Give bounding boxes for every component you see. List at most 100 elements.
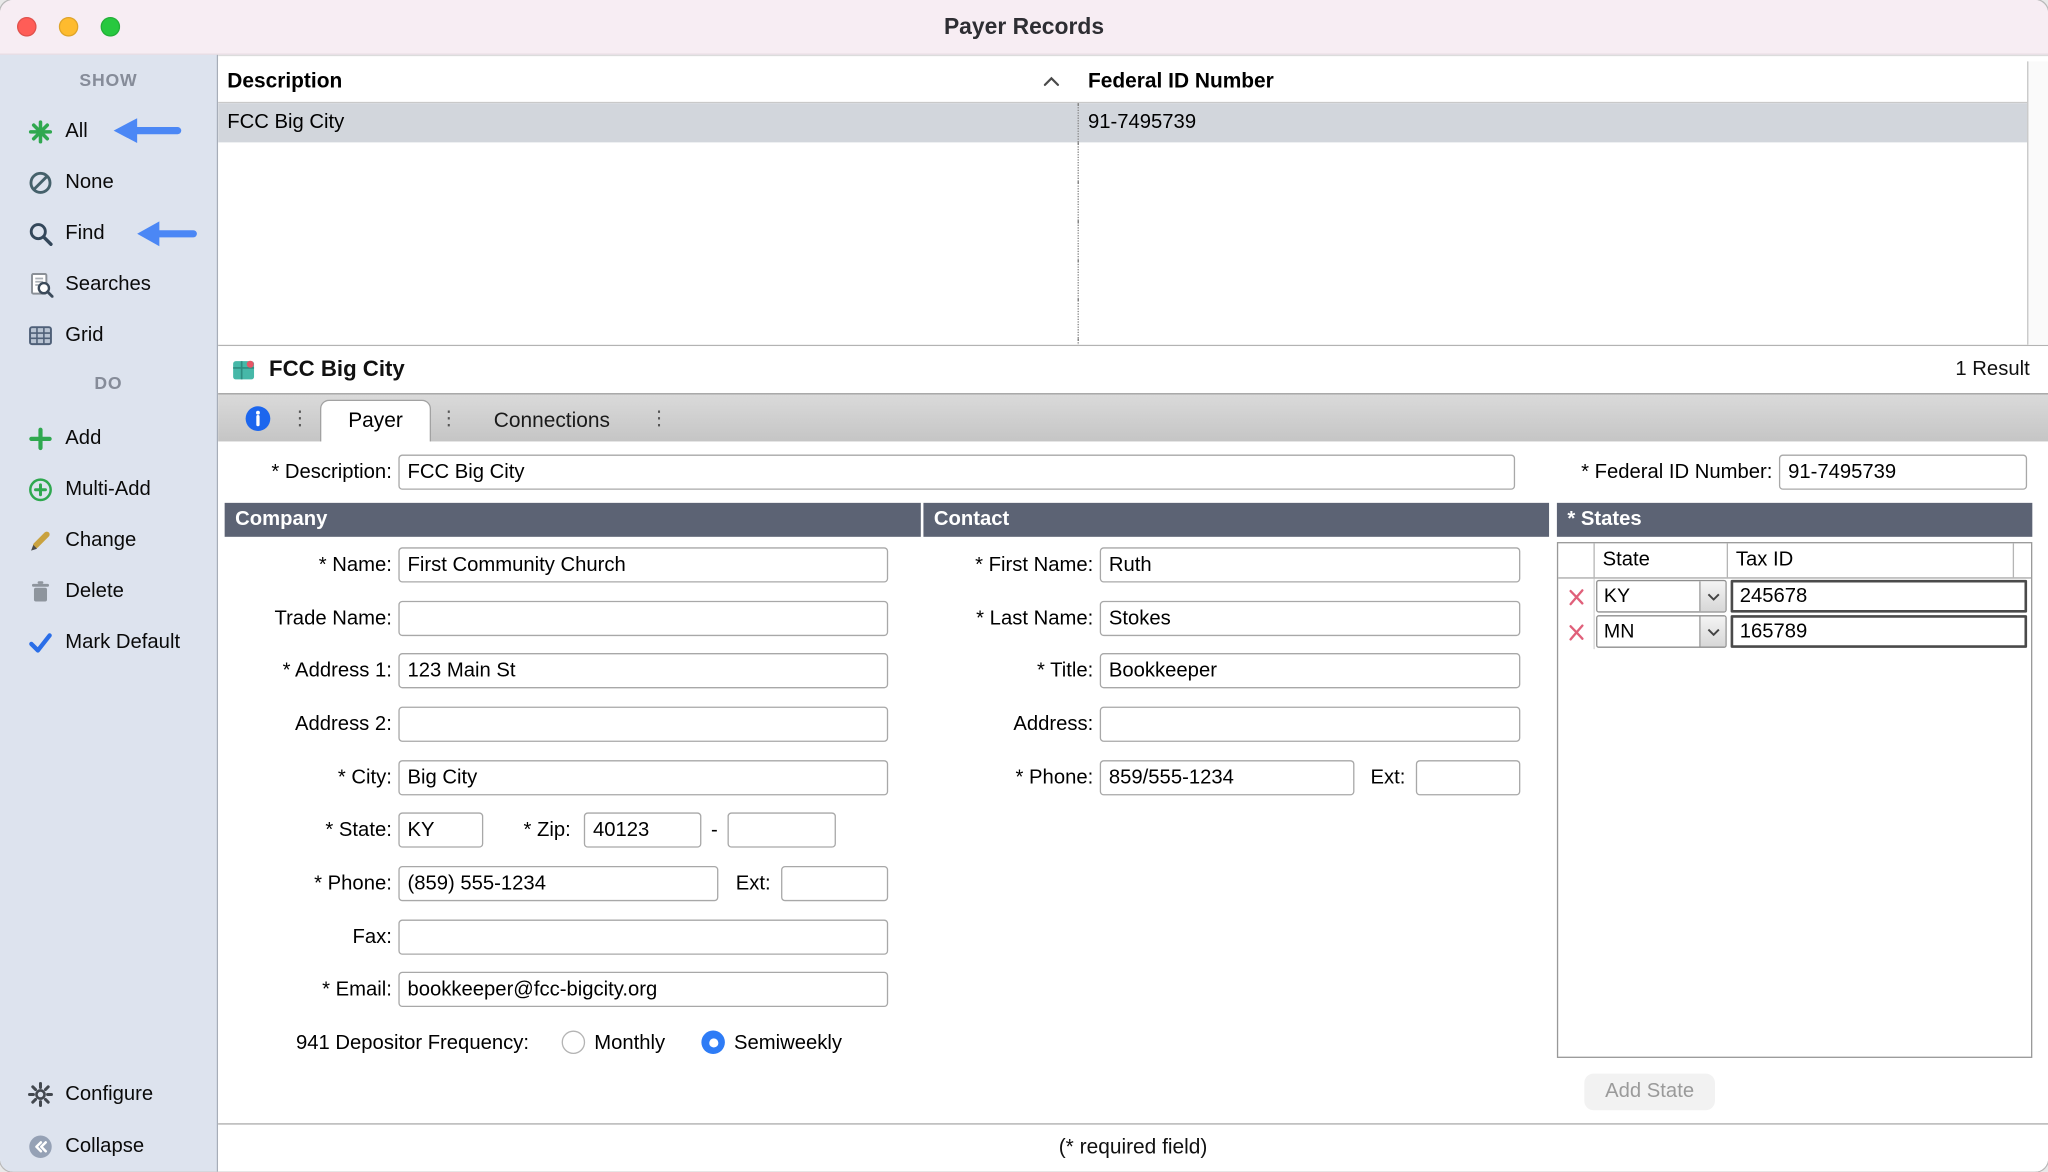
sidebar-item-collapse[interactable]: Collapse <box>0 1121 217 1172</box>
tab-connections[interactable]: Connections <box>464 400 640 443</box>
column-header-label: Federal ID Number <box>1088 70 1274 92</box>
state-input[interactable] <box>398 812 483 847</box>
sidebar-item-none[interactable]: None <box>0 157 217 208</box>
info-button[interactable] <box>244 394 271 441</box>
payer-form: * Description: * Federal ID Number: Comp… <box>218 441 2048 1123</box>
circled-plus-icon <box>27 476 53 502</box>
screen: Payer Records SHOW All None Find S <box>0 0 2048 1172</box>
status-bar: (* required field) <box>218 1123 2048 1172</box>
sidebar-item-configure[interactable]: Configure <box>0 1068 217 1119</box>
red-x-icon <box>1567 586 1585 607</box>
trade-name-input[interactable] <box>398 601 888 636</box>
last-name-input[interactable] <box>1100 601 1521 636</box>
tax-id-input[interactable] <box>1731 580 2027 613</box>
fax-label: Fax: <box>218 920 392 955</box>
contact-phone-input[interactable] <box>1100 760 1355 795</box>
payer-list-table: Description Federal ID Number FCC Big Ci… <box>218 55 2048 346</box>
radio-semiweekly[interactable] <box>701 1031 725 1055</box>
main-panel: Description Federal ID Number FCC Big Ci… <box>218 55 2048 1172</box>
federal-id-input[interactable] <box>1779 455 2027 490</box>
contact-address-label: Address: <box>897 707 1093 742</box>
state-select[interactable]: MN <box>1596 615 1727 648</box>
sidebar-item-label: Multi-Add <box>65 477 151 501</box>
grid-icon <box>27 322 53 348</box>
sidebar-item-delete[interactable]: Delete <box>0 566 217 617</box>
app-window: Payer Records SHOW All None Find S <box>0 0 2048 1172</box>
required-field-note: (* required field) <box>1059 1137 1208 1161</box>
tax-id-input[interactable] <box>1731 615 2027 648</box>
contact-address-input[interactable] <box>1100 707 1521 742</box>
company-phone-input[interactable] <box>398 866 718 901</box>
state-row: MN <box>1558 614 2031 649</box>
collapse-chevron-icon <box>27 1133 53 1159</box>
column-header-description[interactable]: Description <box>218 70 1079 94</box>
plus-icon <box>27 425 53 451</box>
sidebar-item-label: Mark Default <box>65 630 180 654</box>
city-input[interactable] <box>398 760 888 795</box>
result-count: 1 Result <box>1955 358 2029 382</box>
sidebar-item-add[interactable]: Add <box>0 413 217 464</box>
first-name-input[interactable] <box>1100 547 1521 582</box>
table-row-empty <box>218 299 2027 338</box>
sidebar-item-label: Configure <box>65 1082 153 1106</box>
city-label: * City: <box>218 760 392 795</box>
window-title: Payer Records <box>0 13 2048 40</box>
zip-plus4-input[interactable] <box>728 812 836 847</box>
first-name-label: * First Name: <box>897 547 1093 582</box>
federal-id-label: * Federal ID Number: <box>1544 455 1773 490</box>
sidebar-item-multi-add[interactable]: Multi-Add <box>0 464 217 515</box>
description-input[interactable] <box>398 455 1515 490</box>
trash-icon <box>27 578 53 604</box>
states-panel: State Tax ID KY <box>1557 542 2032 1058</box>
table-row-empty <box>218 221 2027 260</box>
scrollbar-track[interactable] <box>2027 61 2048 344</box>
add-state-button[interactable]: Add State <box>1584 1074 1715 1111</box>
sidebar-item-mark-default[interactable]: Mark Default <box>0 616 217 667</box>
tab-separator: ⋮ <box>439 394 459 441</box>
contact-phone-ext-input[interactable] <box>1416 760 1520 795</box>
table-row-empty <box>218 338 2027 345</box>
sidebar-item-find[interactable]: Find <box>0 208 217 259</box>
sidebar: SHOW All None Find Searches <box>0 55 218 1172</box>
company-name-input[interactable] <box>398 547 888 582</box>
column-header-label: Description <box>227 70 342 94</box>
address1-input[interactable] <box>398 653 888 688</box>
sidebar-section-show: SHOW <box>0 71 217 91</box>
table-header-row: Description Federal ID Number <box>218 61 2048 103</box>
email-input[interactable] <box>398 972 888 1007</box>
section-header-company: Company <box>225 503 921 537</box>
table-row-selected[interactable]: FCC Big City 91-7495739 <box>218 103 2027 142</box>
title-input[interactable] <box>1100 653 1521 688</box>
checkmark-icon <box>27 629 53 655</box>
address2-input[interactable] <box>398 707 888 742</box>
sidebar-item-label: Find <box>65 221 104 245</box>
table-row-empty <box>218 182 2027 221</box>
remove-state-button[interactable] <box>1558 614 1595 649</box>
record-title: FCC Big City <box>269 357 405 383</box>
column-header-federal-id[interactable]: Federal ID Number <box>1079 70 2048 94</box>
tab-payer[interactable]: Payer <box>320 400 431 444</box>
company-phone-ext-input[interactable] <box>781 866 888 901</box>
table-body: FCC Big City 91-7495739 <box>218 103 2027 345</box>
chevron-down-icon <box>1699 616 1725 646</box>
chevron-down-icon <box>1699 581 1725 611</box>
payer-record-icon <box>231 357 257 383</box>
company-phone-label: * Phone: <box>218 866 392 901</box>
remove-state-button[interactable] <box>1558 579 1595 614</box>
sidebar-item-grid[interactable]: Grid <box>0 310 217 361</box>
zip-input[interactable] <box>584 812 702 847</box>
address1-label: * Address 1: <box>218 653 392 688</box>
sidebar-item-searches[interactable]: Searches <box>0 259 217 310</box>
document-search-icon <box>27 271 53 297</box>
sidebar-item-change[interactable]: Change <box>0 515 217 566</box>
contact-phone-ext-label: Ext: <box>1328 760 1405 795</box>
state-select[interactable]: KY <box>1596 580 1727 613</box>
trade-name-label: Trade Name: <box>218 601 392 636</box>
address2-label: Address 2: <box>218 707 392 742</box>
sidebar-item-all[interactable]: All <box>0 106 217 157</box>
fax-input[interactable] <box>398 920 888 955</box>
description-label: * Description: <box>218 455 392 490</box>
depositor-frequency-label: 941 Depositor Frequency: <box>218 1025 529 1060</box>
radio-monthly[interactable] <box>562 1031 586 1055</box>
zip-label: * Zip: <box>492 812 570 847</box>
